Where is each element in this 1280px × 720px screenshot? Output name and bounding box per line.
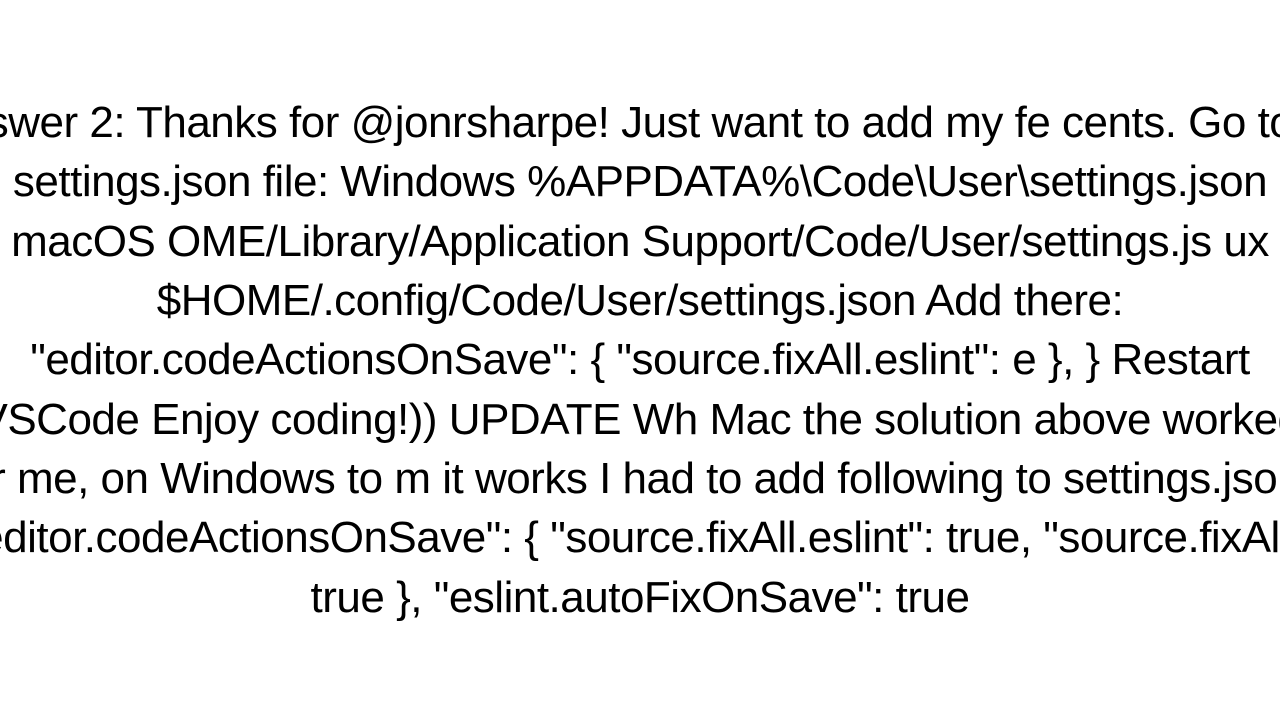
answer-text-block: swer 2: Thanks for @jonrsharpe! Just wan… [0, 93, 1280, 628]
answer-body: swer 2: Thanks for @jonrsharpe! Just wan… [0, 98, 1280, 622]
